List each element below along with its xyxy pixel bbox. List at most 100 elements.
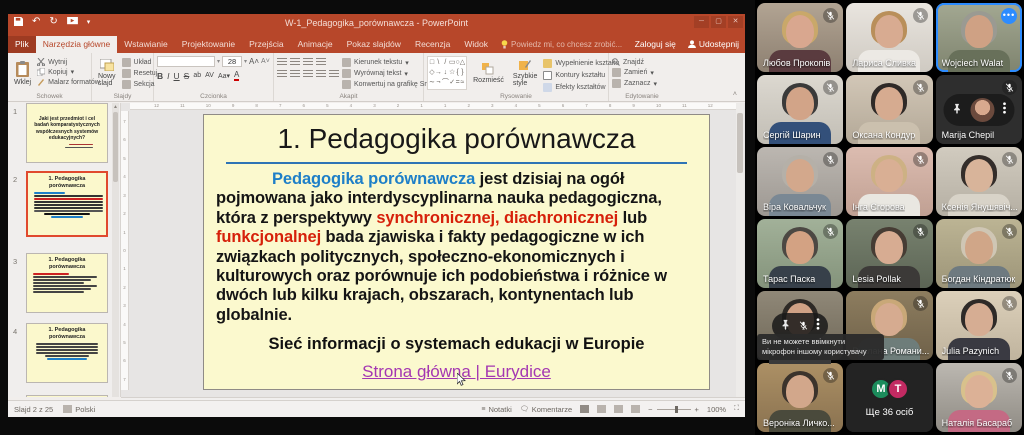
section-button[interactable]: Sekcja xyxy=(122,80,158,89)
collapse-ribbon-icon[interactable]: ˄ xyxy=(733,91,737,98)
align-left-icon[interactable] xyxy=(277,70,287,78)
participant-tile-9[interactable]: Ксенія Янушявіч... xyxy=(936,147,1022,216)
participant-tile-15[interactable]: Julia Pazynich xyxy=(936,291,1022,360)
arrange-button[interactable]: Rozmieść xyxy=(470,56,507,90)
numbering-icon[interactable] xyxy=(290,58,300,66)
mic-muted-icon[interactable] xyxy=(799,317,808,335)
shape-icon[interactable]: ▭ xyxy=(449,58,456,68)
participant-tile-2[interactable]: Лариса Сливка xyxy=(846,3,932,72)
bullets-icon[interactable] xyxy=(277,58,287,66)
tab-pokaz-slajdów[interactable]: Pokaz slajdów xyxy=(340,36,408,53)
reset-button[interactable]: Resetuj xyxy=(122,69,158,78)
shape-gallery[interactable]: □\/▭○△◇→↓☆{}∼¬⌒✓=≈ xyxy=(427,56,467,90)
shape-icon[interactable]: ≈ xyxy=(460,78,465,88)
zoom-slider[interactable]: − + xyxy=(648,405,699,414)
paste-button[interactable]: Wklej xyxy=(11,56,34,90)
tell-me-box[interactable]: Powiedz mi, co chcesz zrobić... xyxy=(495,40,622,53)
shape-fill-button[interactable]: Wypełnienie kształtu xyxy=(543,59,619,68)
slide-sorter-icon[interactable] xyxy=(597,405,606,413)
bold-button[interactable]: B xyxy=(157,71,163,81)
slide-footer-text[interactable]: Sieć informacji o systemach edukacji w E… xyxy=(204,335,709,354)
shape-icon[interactable]: ↓ xyxy=(442,68,449,78)
change-case-icon[interactable]: Aa▾ xyxy=(218,72,230,80)
justify-icon[interactable] xyxy=(316,70,326,78)
tab-przejścia[interactable]: Przejścia xyxy=(242,36,290,53)
text-shadow-button[interactable]: ab xyxy=(193,72,201,79)
participant-tile-5[interactable]: Оксана Кондур xyxy=(846,75,932,144)
tile-controls[interactable] xyxy=(943,94,1014,126)
layout-button[interactable]: Układ xyxy=(122,58,158,67)
align-right-icon[interactable] xyxy=(303,70,313,78)
tab-narzędzia-główne[interactable]: Narzędzia główne xyxy=(36,36,118,53)
participant-tile-1[interactable]: Любов Прокопів xyxy=(757,3,843,72)
participant-tile-3[interactable]: Wojciech Walat••• xyxy=(936,3,1022,72)
line-spacing-icon[interactable] xyxy=(316,58,326,66)
more-options-icon[interactable] xyxy=(816,317,820,335)
participant-tile-8[interactable]: Інга Єгорова xyxy=(846,147,932,216)
slide-thumbnail-2[interactable]: 1. Pedagogika porównawcza xyxy=(26,171,108,237)
quick-styles-button[interactable]: Szybkie style xyxy=(510,56,541,90)
language-indicator[interactable]: Polski xyxy=(63,405,95,414)
shape-icon[interactable]: → xyxy=(435,68,442,78)
font-color-icon[interactable]: A xyxy=(234,70,239,81)
participant-tile-11[interactable]: Lesia Pollak xyxy=(846,219,932,288)
participant-tile-13[interactable]: Ви не можете ввімкнути мікрофон іншому к… xyxy=(757,291,843,360)
thumbnail-scrollbar[interactable]: ▲ xyxy=(112,103,119,397)
vertical-scrollbar[interactable] xyxy=(736,103,744,397)
normal-view-icon[interactable] xyxy=(580,405,589,413)
comments-toggle[interactable]: 🗨Komentarze xyxy=(520,405,572,414)
participant-tile-7[interactable]: Віра Ковальчук xyxy=(757,147,843,216)
pin-icon[interactable] xyxy=(780,317,791,335)
shape-icon[interactable]: } xyxy=(460,68,465,78)
sign-in-link[interactable]: Zaloguj się xyxy=(635,39,676,49)
slide-thumbnail-1[interactable]: Jaki jest przedmiot i cel badań komparat… xyxy=(26,103,108,163)
shrink-font-icon[interactable]: A˅ xyxy=(261,58,270,65)
tab-wstawianie[interactable]: Wstawianie xyxy=(117,36,174,53)
tab-projektowanie[interactable]: Projektowanie xyxy=(175,36,242,53)
tab-recenzja[interactable]: Recenzja xyxy=(408,36,457,53)
shape-icon[interactable]: ☆ xyxy=(449,68,456,78)
font-name-box[interactable] xyxy=(157,56,215,67)
tile-menu-button[interactable]: ••• xyxy=(1001,8,1017,24)
notes-toggle[interactable]: ≡Notatki xyxy=(481,405,511,414)
shape-icon[interactable]: ✓ xyxy=(449,78,456,88)
tab-widok[interactable]: Widok xyxy=(457,36,495,53)
strikethrough-button[interactable]: S xyxy=(184,71,190,81)
cut-button[interactable]: Wytnij xyxy=(37,58,100,66)
maximize-button[interactable]: ▢ xyxy=(711,16,726,28)
underline-button[interactable]: U xyxy=(174,71,180,81)
indent-icon[interactable] xyxy=(303,58,313,66)
participant-tile-16[interactable]: Вероніка Личко... xyxy=(757,363,843,432)
shape-icon[interactable]: \ xyxy=(435,58,442,68)
find-button[interactable]: Znajdź xyxy=(612,58,657,66)
shape-icon[interactable]: ⌒ xyxy=(442,78,449,88)
slideshow-view-icon[interactable] xyxy=(631,405,640,413)
shape-icon[interactable]: / xyxy=(442,58,449,68)
font-size-box[interactable]: 28 xyxy=(222,56,242,67)
new-slide-button[interactable]: Nowy slajd xyxy=(95,56,119,90)
copy-button[interactable]: Kopiuj ▾ xyxy=(37,68,100,76)
participant-tile-17[interactable]: MTЩе 36 осіб xyxy=(846,363,932,432)
minimize-button[interactable]: ─ xyxy=(694,16,709,28)
zoom-out-icon[interactable]: − xyxy=(648,405,652,414)
close-button[interactable]: ✕ xyxy=(728,16,743,28)
more-options-icon[interactable] xyxy=(1002,101,1006,119)
shape-outline-button[interactable]: Kontury kształtu xyxy=(543,71,619,80)
reading-view-icon[interactable] xyxy=(614,405,623,413)
char-spacing-icon[interactable]: AV xyxy=(205,72,214,79)
select-button[interactable]: Zaznacz ▾ xyxy=(612,79,657,88)
columns-icon[interactable] xyxy=(329,70,339,78)
tab-plik[interactable]: Plik xyxy=(8,36,36,53)
grow-font-icon[interactable]: A˄ xyxy=(249,57,259,66)
tab-animacje[interactable]: Animacje xyxy=(291,36,340,53)
shape-icon[interactable]: ¬ xyxy=(435,78,442,88)
slide-thumbnail-5[interactable]: 1. Pedagogika porównawcza xyxy=(26,395,108,397)
participant-tile-18[interactable]: Наталія Басараб xyxy=(936,363,1022,432)
format-painter-button[interactable]: Malarz formatów xyxy=(37,78,100,86)
slide-canvas[interactable]: 1. Pedagogika porównawcza Pedagogika por… xyxy=(203,114,710,390)
italic-button[interactable]: I xyxy=(167,71,169,81)
share-button[interactable]: Udostępnij xyxy=(688,39,739,49)
more-participants-tile[interactable]: MTЩе 36 осіб xyxy=(846,363,932,432)
fit-to-window-icon[interactable]: ⛶ xyxy=(734,405,739,413)
participant-tile-6[interactable]: Marija Chepil xyxy=(936,75,1022,144)
